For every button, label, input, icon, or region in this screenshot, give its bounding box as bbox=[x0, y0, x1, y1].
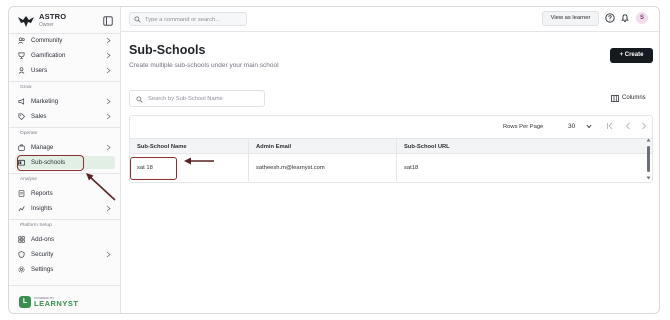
column-header-name[interactable]: Sub-School Name bbox=[137, 144, 187, 150]
chevron-right-icon bbox=[106, 52, 111, 59]
chevron-right-icon bbox=[106, 67, 111, 74]
sidebar-collapse-icon[interactable] bbox=[103, 16, 113, 26]
search-placeholder: Search by Sub-School Name bbox=[148, 96, 223, 102]
table-scrollbar-thumb[interactable] bbox=[647, 146, 650, 172]
search-icon bbox=[134, 16, 141, 23]
rows-per-page-value: 30 bbox=[568, 123, 576, 130]
section-label-operate: Operate bbox=[20, 131, 38, 136]
shield-icon bbox=[18, 251, 25, 258]
columns-icon bbox=[611, 95, 619, 102]
sidebar-divider bbox=[9, 81, 121, 82]
help-icon[interactable] bbox=[605, 13, 615, 23]
sidebar-divider bbox=[9, 127, 121, 128]
sidebar-item-label: Reports bbox=[31, 190, 53, 197]
top-bar: Type a command or search... View as lear… bbox=[121, 7, 659, 32]
sidebar-item-manage[interactable]: Manage bbox=[15, 141, 115, 154]
rows-per-page-label: Rows Per Page bbox=[503, 124, 544, 130]
gear-icon bbox=[18, 266, 25, 273]
table-header: Sub-School Name Admin Email Sub-School U… bbox=[130, 138, 652, 154]
sidebar-item-label: Community bbox=[31, 37, 63, 44]
sidebar: ASTRO Owner Community Gamification Users… bbox=[9, 7, 121, 313]
sidebar-divider bbox=[9, 219, 121, 220]
view-as-learner-button[interactable]: View as learner bbox=[542, 11, 599, 26]
search-icon bbox=[136, 96, 143, 103]
section-label-analyse: Analyse bbox=[20, 177, 38, 182]
previous-page-icon[interactable] bbox=[624, 122, 632, 130]
create-button[interactable]: + Create bbox=[610, 48, 653, 63]
scroll-up-icon[interactable] bbox=[646, 138, 651, 142]
megaphone-icon bbox=[18, 98, 25, 105]
brand-header[interactable]: ASTRO Owner bbox=[15, 11, 119, 33]
sub-school-url-cell: sat18 bbox=[404, 165, 419, 171]
chevron-right-icon bbox=[106, 205, 111, 212]
sidebar-item-add-ons[interactable]: Add-ons bbox=[15, 233, 115, 246]
sidebar-item-label: Settings bbox=[31, 266, 54, 273]
main-content: Sub-Schools Create multiple sub-schools … bbox=[121, 32, 659, 313]
sub-schools-table: Rows Per Page 30 Sub-School Name Admin E… bbox=[129, 115, 653, 183]
community-icon bbox=[18, 37, 25, 44]
user-icon bbox=[18, 67, 25, 74]
chevron-down-icon bbox=[586, 124, 592, 129]
sidebar-item-security[interactable]: Security bbox=[15, 248, 115, 261]
chevron-right-icon bbox=[106, 144, 111, 151]
sidebar-item-gamification[interactable]: Gamification bbox=[15, 49, 115, 62]
sidebar-item-community[interactable]: Community bbox=[15, 34, 115, 47]
sidebar-item-settings[interactable]: Settings bbox=[15, 263, 115, 276]
columns-button[interactable]: Columns bbox=[609, 93, 657, 105]
command-search-placeholder: Type a command or search... bbox=[145, 16, 221, 23]
chevron-right-icon bbox=[106, 251, 111, 258]
command-search-input[interactable]: Type a command or search... bbox=[129, 12, 247, 26]
annotation-highlight-box bbox=[17, 155, 84, 171]
sidebar-item-label: Sales bbox=[31, 113, 47, 120]
sidebar-item-label: Marketing bbox=[31, 98, 59, 105]
sub-school-search-input[interactable]: Search by Sub-School Name bbox=[129, 90, 265, 107]
addons-icon bbox=[18, 236, 25, 243]
sidebar-item-users[interactable]: Users bbox=[15, 64, 115, 77]
column-header-url[interactable]: Sub-School URL bbox=[404, 144, 450, 150]
column-header-admin-email[interactable]: Admin Email bbox=[256, 144, 291, 150]
user-role: Owner bbox=[39, 22, 54, 28]
app-window: ASTRO Owner Community Gamification Users… bbox=[8, 6, 660, 314]
sidebar-item-label: Manage bbox=[31, 144, 54, 151]
sidebar-item-label: Add-ons bbox=[31, 236, 55, 243]
sidebar-item-reports[interactable]: Reports bbox=[15, 187, 115, 200]
section-label-platform-setup: Platform Setup bbox=[20, 223, 52, 228]
scroll-down-icon[interactable] bbox=[646, 176, 651, 180]
avatar[interactable]: S bbox=[636, 12, 648, 24]
chevron-right-icon bbox=[106, 98, 111, 105]
admin-email-cell: satheesh.m@learnyst.com bbox=[256, 165, 325, 171]
sidebar-item-label: Insights bbox=[31, 205, 53, 212]
briefcase-icon bbox=[18, 144, 25, 151]
sidebar-divider bbox=[9, 285, 121, 286]
page-subtitle: Create multiple sub-schools under your m… bbox=[129, 62, 279, 69]
learnyst-mark-icon: L bbox=[19, 296, 31, 308]
school-name: ASTRO bbox=[39, 12, 67, 21]
section-label-grow: Grow bbox=[20, 85, 32, 90]
eagle-logo-icon bbox=[18, 16, 34, 27]
columns-label: Columns bbox=[622, 95, 646, 101]
gamification-icon bbox=[18, 52, 25, 59]
page-title: Sub-Schools bbox=[129, 43, 206, 57]
rows-per-page-select[interactable]: 30 bbox=[564, 121, 596, 133]
sidebar-item-insights[interactable]: Insights bbox=[15, 202, 115, 215]
sidebar-item-marketing[interactable]: Marketing bbox=[15, 95, 115, 108]
sidebar-item-sales[interactable]: Sales bbox=[15, 110, 115, 123]
bell-icon[interactable] bbox=[620, 13, 630, 23]
table-row[interactable]: sat 18 satheesh.m@learnyst.com sat18 bbox=[130, 154, 652, 181]
chevron-right-icon bbox=[106, 37, 111, 44]
sidebar-item-label: Users bbox=[31, 67, 48, 74]
sidebar-item-label: Gamification bbox=[31, 52, 66, 59]
learnyst-logo: L POWERED BY LEARNYST bbox=[19, 295, 79, 309]
chevron-right-icon bbox=[106, 113, 111, 120]
learnyst-wordmark: LEARNYST bbox=[34, 299, 79, 308]
sidebar-item-label: Security bbox=[31, 251, 54, 258]
sidebar-divider bbox=[9, 173, 121, 174]
insights-icon bbox=[18, 206, 25, 212]
annotation-highlight-box bbox=[130, 157, 177, 180]
next-page-icon[interactable] bbox=[640, 122, 648, 130]
first-page-icon[interactable] bbox=[606, 122, 614, 130]
report-icon bbox=[18, 190, 25, 197]
tag-icon bbox=[18, 113, 25, 120]
